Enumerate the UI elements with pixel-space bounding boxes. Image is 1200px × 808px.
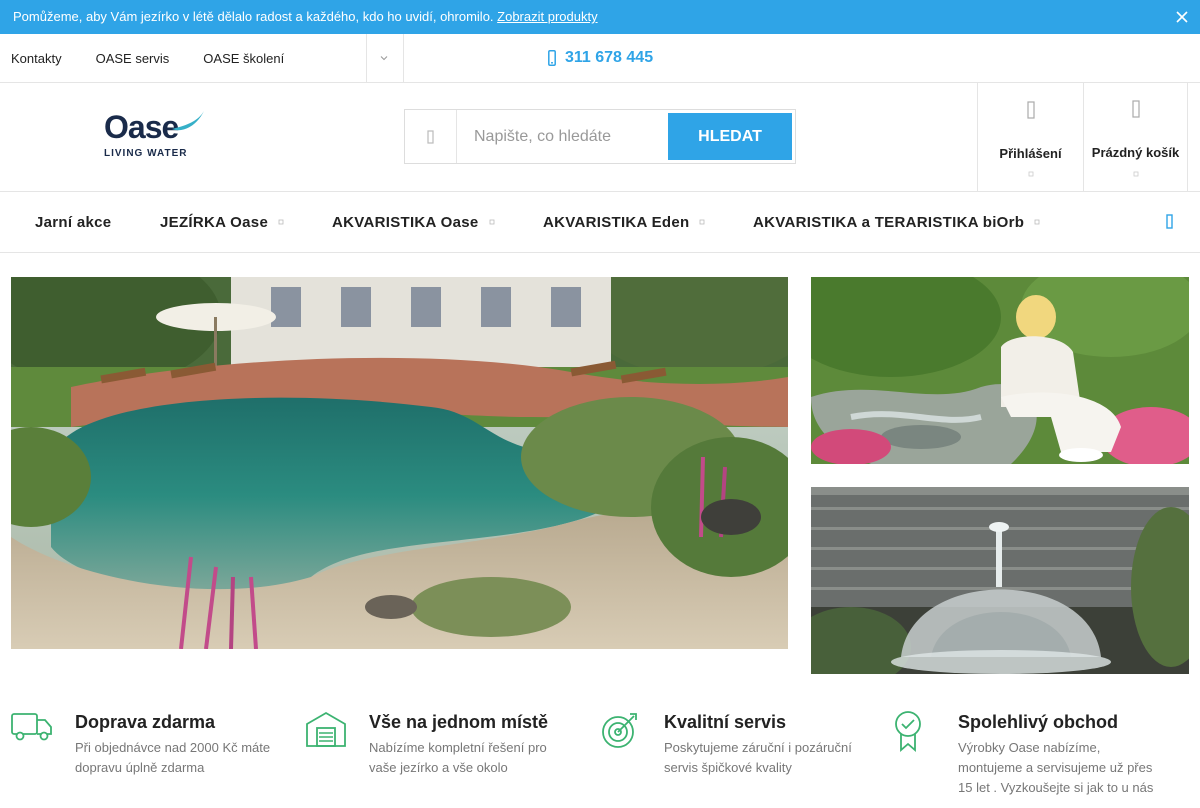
nav-item-jezirka-oase[interactable]: JEZÍRKA Oase — [160, 192, 284, 252]
nav-item-akvaristika-oase[interactable]: AKVARISTIKA Oase — [332, 192, 495, 252]
feature-title: Vše na jednom místě — [369, 712, 549, 732]
feature-text: Při objednávce nad 2000 Kč máte dopravu … — [75, 740, 271, 775]
banner-fountain[interactable] — [811, 487, 1189, 674]
toplink-kontakty[interactable]: Kontakty — [11, 51, 62, 66]
feature-text: Poskytujeme záruční i pozáruční servis š… — [664, 740, 852, 775]
banner-natural-pond[interactable] — [11, 277, 788, 649]
nav-item-akvaristika-eden[interactable]: AKVARISTIKA Eden — [543, 192, 705, 252]
login-button[interactable]: Přihlášení — [977, 83, 1083, 191]
feature-free-shipping: Doprava zdarma Při objednávce nad 2000 K… — [11, 708, 271, 808]
feature-reliable-shop: Spolehlivý obchod Výrobky Oase nabízíme,… — [894, 708, 1154, 808]
cart-button[interactable]: Prázdný košík — [1083, 83, 1188, 191]
search-icon — [405, 110, 457, 163]
user-icon — [1026, 101, 1035, 119]
close-icon[interactable] — [1174, 9, 1190, 25]
nav-search-icon[interactable] — [1166, 214, 1174, 230]
phone-icon — [548, 50, 556, 66]
search-box: HLEDAT — [404, 109, 796, 164]
divider — [366, 34, 367, 82]
divider — [403, 34, 404, 82]
promo-text: Pomůžeme, aby Vám jezírko v létě dělalo … — [13, 9, 494, 24]
chevron-down-icon — [1133, 171, 1138, 177]
feature-title: Doprava zdarma — [75, 712, 216, 732]
feature-title: Spolehlivý obchod — [958, 712, 1119, 732]
nav-item-akvaristika-teraristika-biorb[interactable]: AKVARISTIKA a TERARISTIKA biOrb — [753, 192, 1040, 252]
nav-item-label: JEZÍRKA Oase — [160, 213, 269, 231]
chevron-down-icon — [489, 219, 494, 225]
feature-quality-service: Kvalitní servis Poskytujeme záruční i po… — [600, 708, 860, 808]
phone-contact[interactable]: 311 678 445 — [548, 34, 653, 82]
fountain-image — [811, 487, 1189, 674]
logo-tagline: LIVING WATER — [104, 148, 188, 159]
nav-item-label: Jarní akce — [35, 213, 112, 231]
stream-image — [811, 277, 1189, 464]
banner-stream[interactable] — [811, 277, 1189, 464]
pond-image — [11, 277, 788, 649]
chevron-down-icon — [1034, 219, 1040, 225]
nav-item-label: AKVARISTIKA Eden — [543, 213, 690, 231]
logo[interactable]: Oase LIVING WATER — [104, 109, 214, 167]
chevron-down-icon[interactable] — [380, 54, 388, 62]
award-icon — [895, 711, 921, 752]
chevron-down-icon — [1028, 171, 1033, 177]
toplink-oase-servis[interactable]: OASE servis — [96, 51, 170, 66]
cart-icon — [1131, 100, 1140, 118]
feature-text: Nabízíme kompletní řešení pro vaše jezír… — [369, 740, 547, 775]
header: Oase LIVING WATER HLEDAT Přihlášení Práz… — [0, 83, 1200, 192]
feature-text: Výrobky Oase nabízíme, montujeme a servi… — [958, 740, 1154, 795]
search-button[interactable]: HLEDAT — [668, 113, 792, 160]
phone-number: 311 678 445 — [565, 49, 654, 66]
promo-bar: Pomůžeme, aby Vám jezírko v létě dělalo … — [0, 0, 1200, 34]
nav-item-label: AKVARISTIKA Oase — [332, 213, 479, 231]
target-icon — [602, 713, 637, 748]
warehouse-icon — [306, 711, 346, 747]
login-label: Přihlášení — [999, 146, 1062, 161]
search-input[interactable] — [458, 110, 668, 163]
logo-swoosh-icon — [172, 111, 204, 131]
toplink-oase-skoleni[interactable]: OASE školení — [203, 51, 284, 66]
chevron-down-icon — [278, 219, 284, 225]
feature-title: Kvalitní servis — [664, 712, 787, 732]
promo-link[interactable]: Zobrazit produkty — [497, 9, 597, 24]
top-links-bar: Kontakty OASE servis OASE školení 311 67… — [0, 34, 1200, 83]
truck-icon — [11, 713, 52, 741]
chevron-down-icon — [700, 219, 705, 225]
nav-item-label: AKVARISTIKA a TERARISTIKA biOrb — [753, 213, 1025, 231]
main-nav: Jarní akce JEZÍRKA Oase AKVARISTIKA Oase… — [0, 192, 1200, 253]
cart-label: Prázdný košík — [1091, 145, 1180, 160]
feature-one-place: Vše na jednom místě Nabízíme kompletní ř… — [305, 708, 565, 808]
nav-item-jarni-akce[interactable]: Jarní akce — [35, 192, 111, 252]
